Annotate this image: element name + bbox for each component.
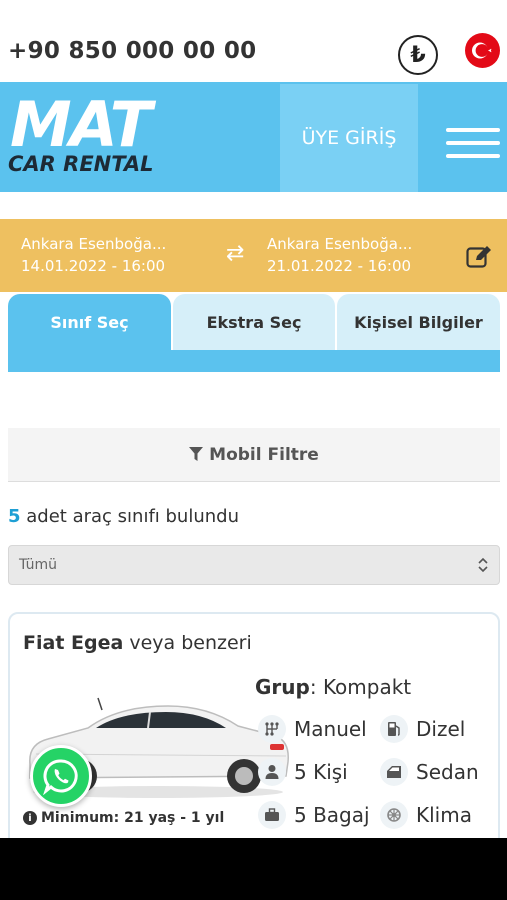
feature-persons: 5 Kişi bbox=[258, 758, 348, 786]
fuel-pump-icon bbox=[380, 715, 408, 743]
class-filter-value: Tümü bbox=[19, 557, 58, 573]
luggage-icon bbox=[258, 801, 286, 829]
filter-icon bbox=[189, 447, 204, 461]
car-title: Fiat Egea veya benzeri bbox=[23, 632, 252, 654]
logo-sub-text: CAR RENTAL bbox=[8, 152, 154, 176]
whatsapp-icon[interactable] bbox=[30, 745, 92, 807]
feature-transmission: Manuel bbox=[258, 715, 367, 743]
car-card[interactable]: Fiat Egea veya benzeri Grup: Kompakt Man… bbox=[8, 612, 500, 872]
phone-number[interactable]: +90 850 000 00 00 bbox=[8, 38, 256, 64]
tab-extra-select[interactable]: Ekstra Seç bbox=[173, 294, 335, 350]
swap-arrows-icon: ⇄ bbox=[226, 241, 245, 266]
transmission-label: Manuel bbox=[294, 717, 367, 741]
result-count-number: 5 bbox=[8, 506, 21, 527]
feature-body: Sedan bbox=[380, 758, 479, 786]
select-arrows-icon bbox=[478, 557, 488, 573]
snowflake-icon bbox=[380, 801, 408, 829]
minimum-requirement: i Minimum: 21 yaş - 1 yıl bbox=[23, 810, 224, 826]
bags-label: 5 Bagaj bbox=[294, 803, 370, 827]
feature-ac: Klima bbox=[380, 801, 472, 829]
minimum-text: Minimum: 21 yaş - 1 yıl bbox=[41, 810, 225, 826]
group-value: : Kompakt bbox=[309, 675, 412, 699]
screen-bottom-bar bbox=[0, 838, 507, 900]
tab-underline-bar bbox=[8, 350, 500, 372]
edit-icon[interactable] bbox=[466, 245, 492, 269]
site-header: MAT CAR RENTAL ÜYE GİRİŞ bbox=[0, 82, 507, 192]
ac-label: Klima bbox=[416, 803, 472, 827]
class-filter-select[interactable]: Tümü bbox=[8, 545, 500, 585]
brand-logo[interactable]: MAT CAR RENTAL bbox=[8, 94, 188, 176]
tab-personal-info[interactable]: Kişisel Bilgiler bbox=[337, 294, 500, 350]
feature-bags: 5 Bagaj bbox=[258, 801, 370, 829]
car-door-icon bbox=[380, 758, 408, 786]
persons-label: 5 Kişi bbox=[294, 760, 348, 784]
turkish-lira-icon[interactable]: ₺ bbox=[398, 35, 438, 75]
result-count-text: adet araç sınıfı bulundu bbox=[26, 506, 239, 527]
booking-summary[interactable]: Ankara Esenboğa... 14.01.2022 - 16:00 ⇄ … bbox=[0, 219, 507, 292]
car-name: Fiat Egea bbox=[23, 632, 124, 654]
feature-fuel: Dizel bbox=[380, 715, 465, 743]
result-count: 5 adet araç sınıfı bulundu bbox=[8, 506, 239, 527]
member-login-button[interactable]: ÜYE GİRİŞ bbox=[280, 84, 418, 192]
dropoff-info: Ankara Esenboğa... 21.01.2022 - 16:00 bbox=[267, 233, 412, 277]
top-bar: +90 850 000 00 00 ₺ bbox=[0, 0, 507, 82]
logo-main-text: MAT bbox=[10, 88, 152, 161]
dropoff-datetime: 21.01.2022 - 16:00 bbox=[267, 257, 412, 275]
tab-class-select[interactable]: Sınıf Seç bbox=[8, 294, 171, 350]
body-label: Sedan bbox=[416, 760, 479, 784]
pickup-info: Ankara Esenboğa... 14.01.2022 - 16:00 bbox=[21, 233, 166, 277]
car-suffix: veya benzeri bbox=[129, 632, 252, 654]
group-label: Grup bbox=[255, 675, 310, 699]
car-group: Grup: Kompakt bbox=[255, 675, 411, 699]
step-tabs: Sınıf Seç Ekstra Seç Kişisel Bilgiler bbox=[8, 294, 500, 352]
hamburger-icon[interactable] bbox=[446, 128, 500, 167]
dropoff-location: Ankara Esenboğa... bbox=[267, 235, 413, 253]
turkey-flag-icon[interactable] bbox=[465, 33, 500, 68]
mobile-filter-button[interactable]: Mobil Filtre bbox=[8, 428, 500, 482]
filter-label: Mobil Filtre bbox=[209, 444, 319, 465]
pickup-location: Ankara Esenboğa... bbox=[21, 235, 167, 253]
gear-shift-icon bbox=[258, 715, 286, 743]
pickup-datetime: 14.01.2022 - 16:00 bbox=[21, 257, 166, 275]
info-icon: i bbox=[23, 811, 37, 825]
person-icon bbox=[258, 758, 286, 786]
fuel-label: Dizel bbox=[416, 717, 466, 741]
